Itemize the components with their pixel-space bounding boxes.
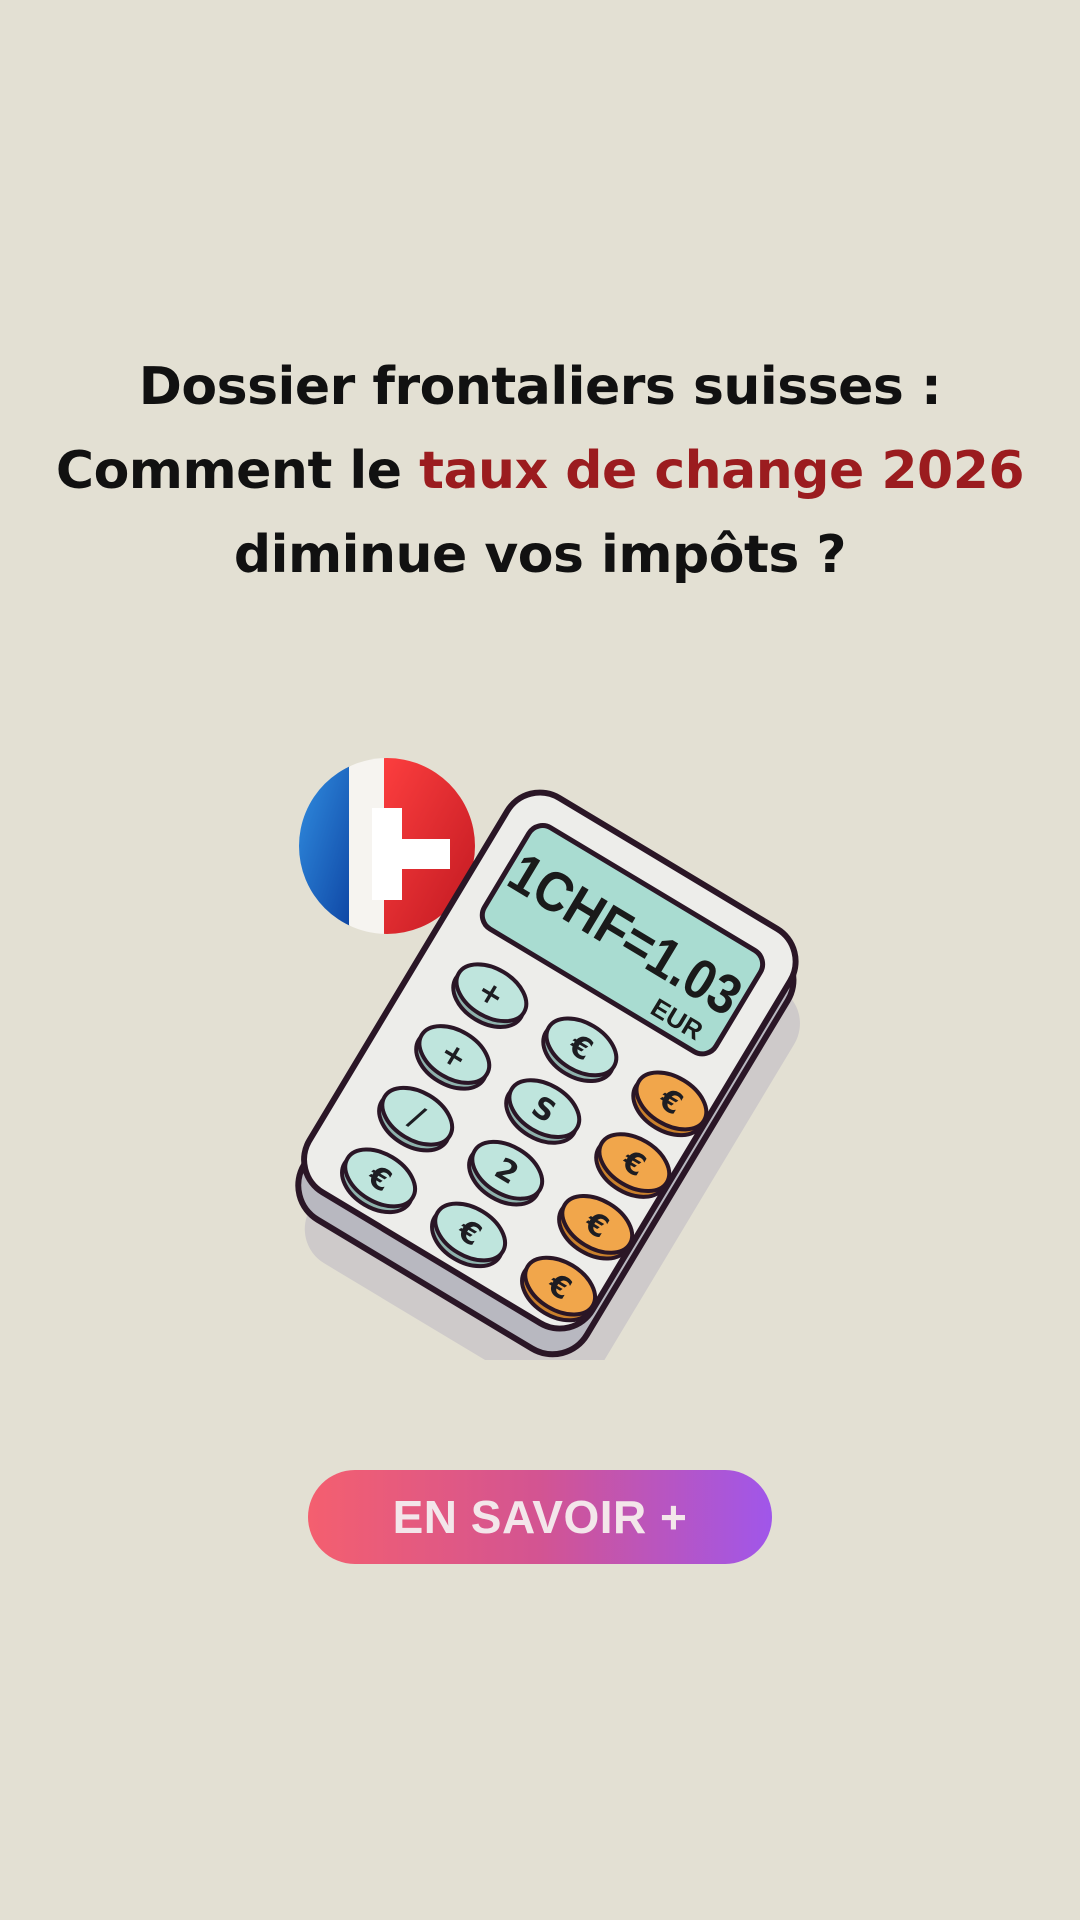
calculator-illustration: 1CHF=1.03 EUR + € € + S €/2 € € € € [280,740,840,1360]
learn-more-button[interactable]: EN SAVOIR + [308,1470,772,1564]
headline-line-1: Dossier frontaliers suisses : [138,357,942,417]
headline: Dossier frontaliers suisses : Comment le… [0,345,1080,597]
headline-accent: taux de change 2026 [419,441,1025,501]
headline-line-2: Comment le taux de change 2026 [0,429,1080,513]
headline-line-2-prefix: Comment le [55,441,420,501]
headline-line-3: diminue vos impôts ? [233,525,847,585]
